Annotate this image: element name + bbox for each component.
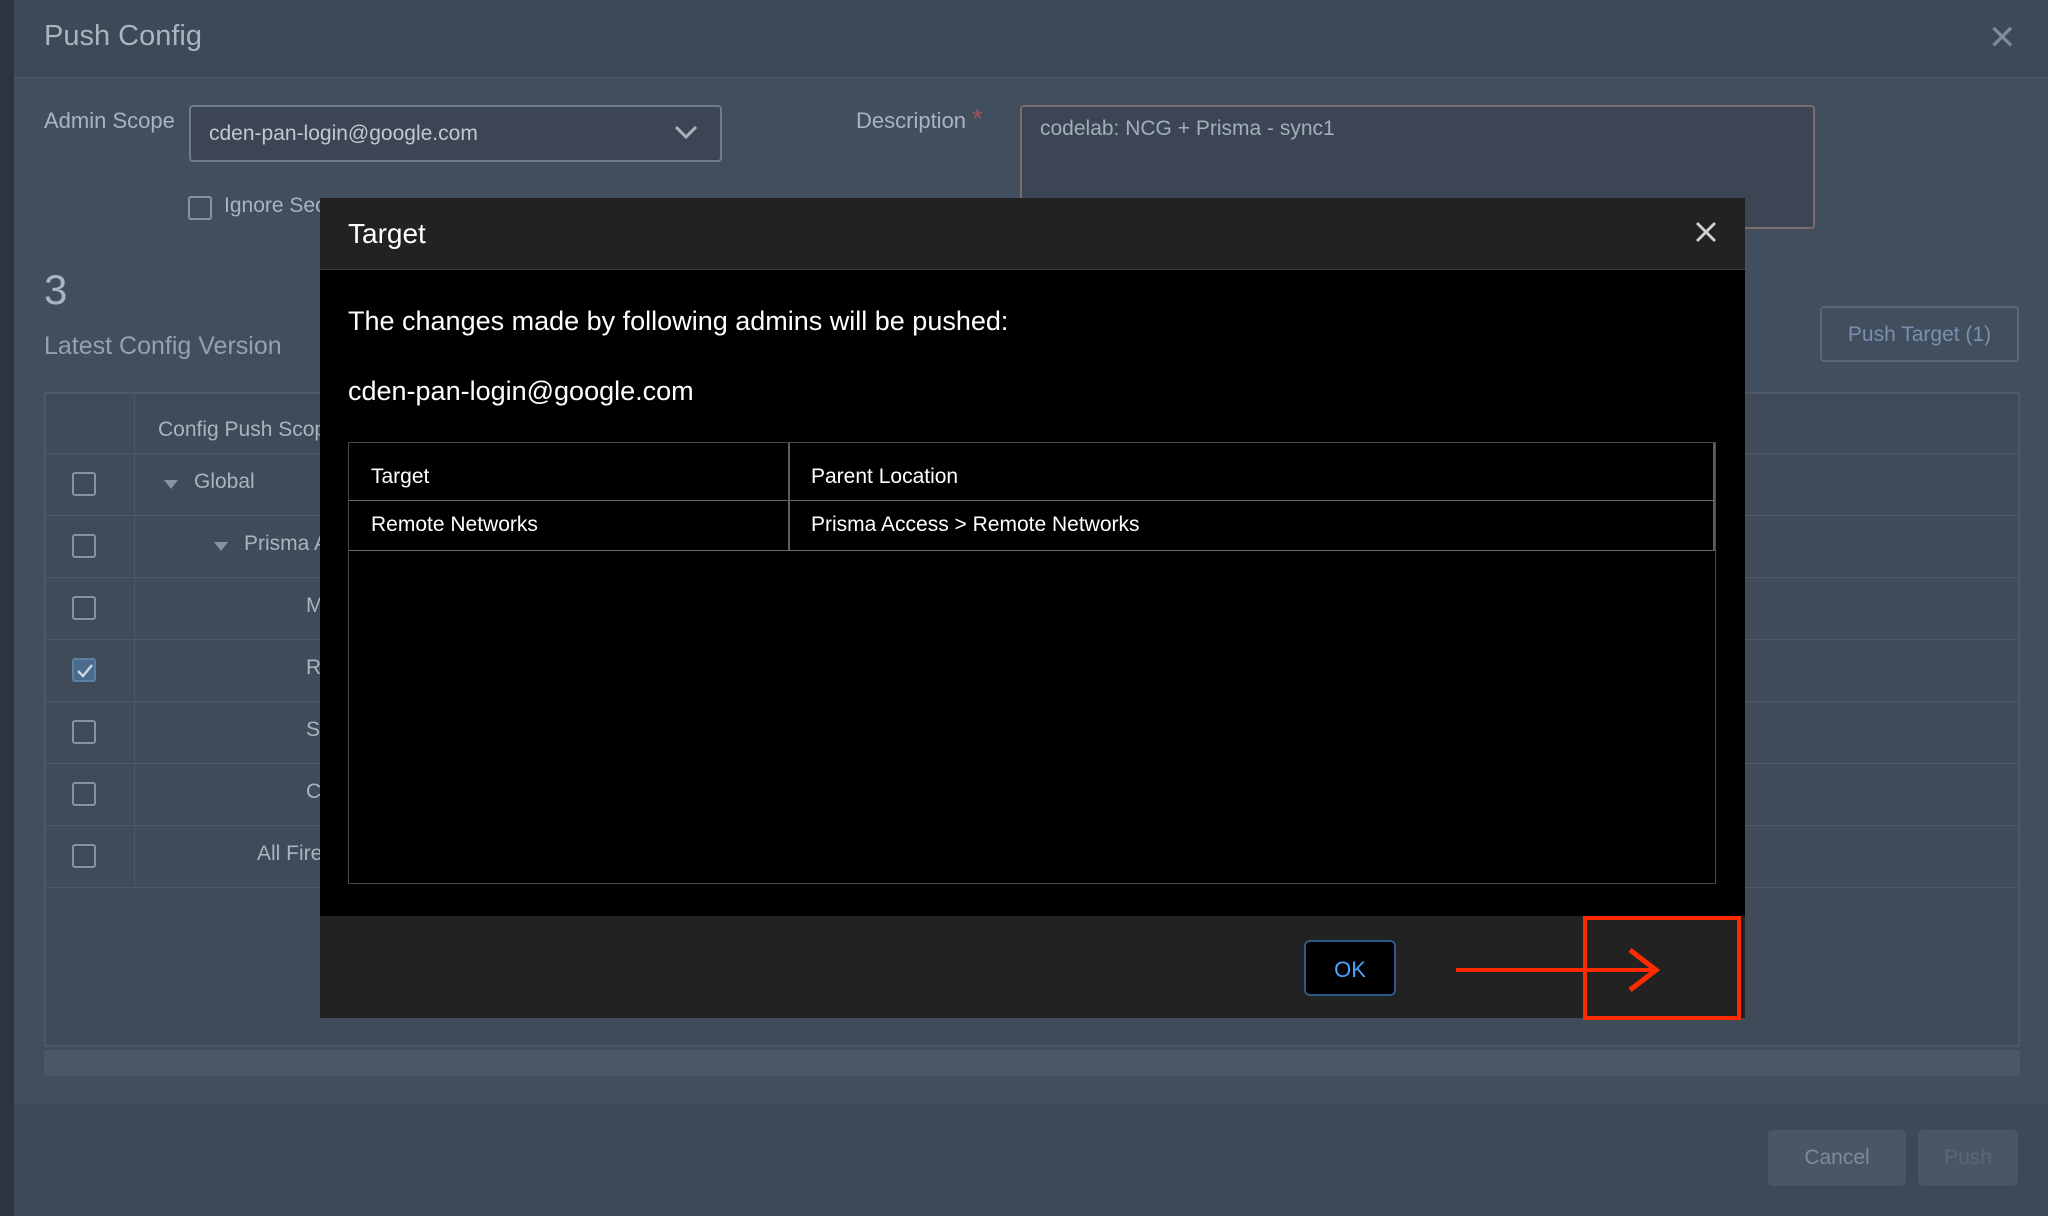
push-target-button[interactable]: Push Target (1): [1820, 306, 2019, 362]
caret-down-icon[interactable]: [164, 480, 178, 490]
description-label: Description: [856, 108, 967, 133]
caret-down-icon[interactable]: [214, 542, 228, 552]
cell-target: Remote Networks: [371, 513, 538, 536]
modal-title: Target: [348, 218, 426, 249]
admin-email: cden-pan-login@google.com: [348, 376, 694, 406]
push-target-label: Push Target (1): [1847, 323, 1992, 346]
ok-button[interactable]: OK: [1304, 940, 1396, 996]
description-value: codelab: NCG + Prisma - sync1: [1040, 117, 1335, 140]
column-header-target: Target: [371, 465, 430, 488]
row-checkbox[interactable]: [72, 720, 96, 744]
ok-label: OK: [1334, 957, 1366, 982]
admin-scope-value: cden-pan-login@google.com: [209, 122, 478, 145]
push-button[interactable]: Push: [1918, 1130, 2018, 1186]
modal-message: The changes made by following admins wil…: [348, 306, 1009, 336]
ignore-label: Ignore Sec: [224, 194, 326, 217]
row-checkbox[interactable]: [72, 596, 96, 620]
check-icon: [77, 664, 93, 678]
target-modal: Target The changes made by following adm…: [320, 198, 1745, 1018]
row-label: Prisma A: [244, 532, 329, 555]
table-row[interactable]: Remote Networks Prisma Access > Remote N…: [349, 501, 1715, 551]
row-checkbox[interactable]: [72, 534, 96, 558]
push-config-footer: [14, 1104, 2048, 1216]
row-label: All Fire: [257, 842, 323, 865]
table-header: Target Parent Location: [349, 443, 1715, 501]
cancel-button[interactable]: Cancel: [1768, 1130, 1906, 1186]
cancel-label: Cancel: [1804, 1146, 1870, 1169]
push-config-header: [14, 0, 2048, 78]
column-divider-right: [1713, 443, 1715, 551]
modal-header: Target: [320, 198, 1745, 270]
row-label: R: [306, 656, 322, 679]
push-label: Push: [1944, 1146, 1992, 1169]
row-checkbox[interactable]: [72, 472, 96, 496]
admin-scope-select[interactable]: cden-pan-login@google.com: [189, 105, 722, 162]
push-config-title: Push Config: [44, 20, 202, 52]
chevron-down-icon: [674, 125, 698, 140]
column-header-parent-location: Parent Location: [811, 465, 959, 488]
horizontal-scrollbar[interactable]: [44, 1050, 2020, 1076]
admin-scope-label: Admin Scope: [44, 108, 175, 133]
column-divider: [788, 443, 790, 551]
column-header-scope: Config Push Scop: [158, 418, 327, 441]
config-version-number: 3: [44, 266, 68, 313]
cell-parent-location: Prisma Access > Remote Networks: [811, 513, 1140, 536]
row-checkbox-checked[interactable]: [72, 658, 96, 682]
latest-config-label: Latest Config Version: [44, 332, 282, 360]
row-checkbox[interactable]: [72, 782, 96, 806]
target-table: Target Parent Location Remote Networks P…: [348, 442, 1716, 884]
row-label: Global: [194, 470, 255, 493]
row-label: S: [306, 718, 321, 741]
push-config-close-icon[interactable]: ✕: [1988, 18, 2017, 58]
close-icon[interactable]: [1692, 218, 1720, 246]
row-label: C: [306, 780, 322, 803]
row-checkbox[interactable]: [72, 844, 96, 868]
arrow-right-icon: [1456, 948, 1661, 992]
ignore-checkbox[interactable]: [188, 196, 212, 220]
required-mark: *: [972, 103, 983, 134]
